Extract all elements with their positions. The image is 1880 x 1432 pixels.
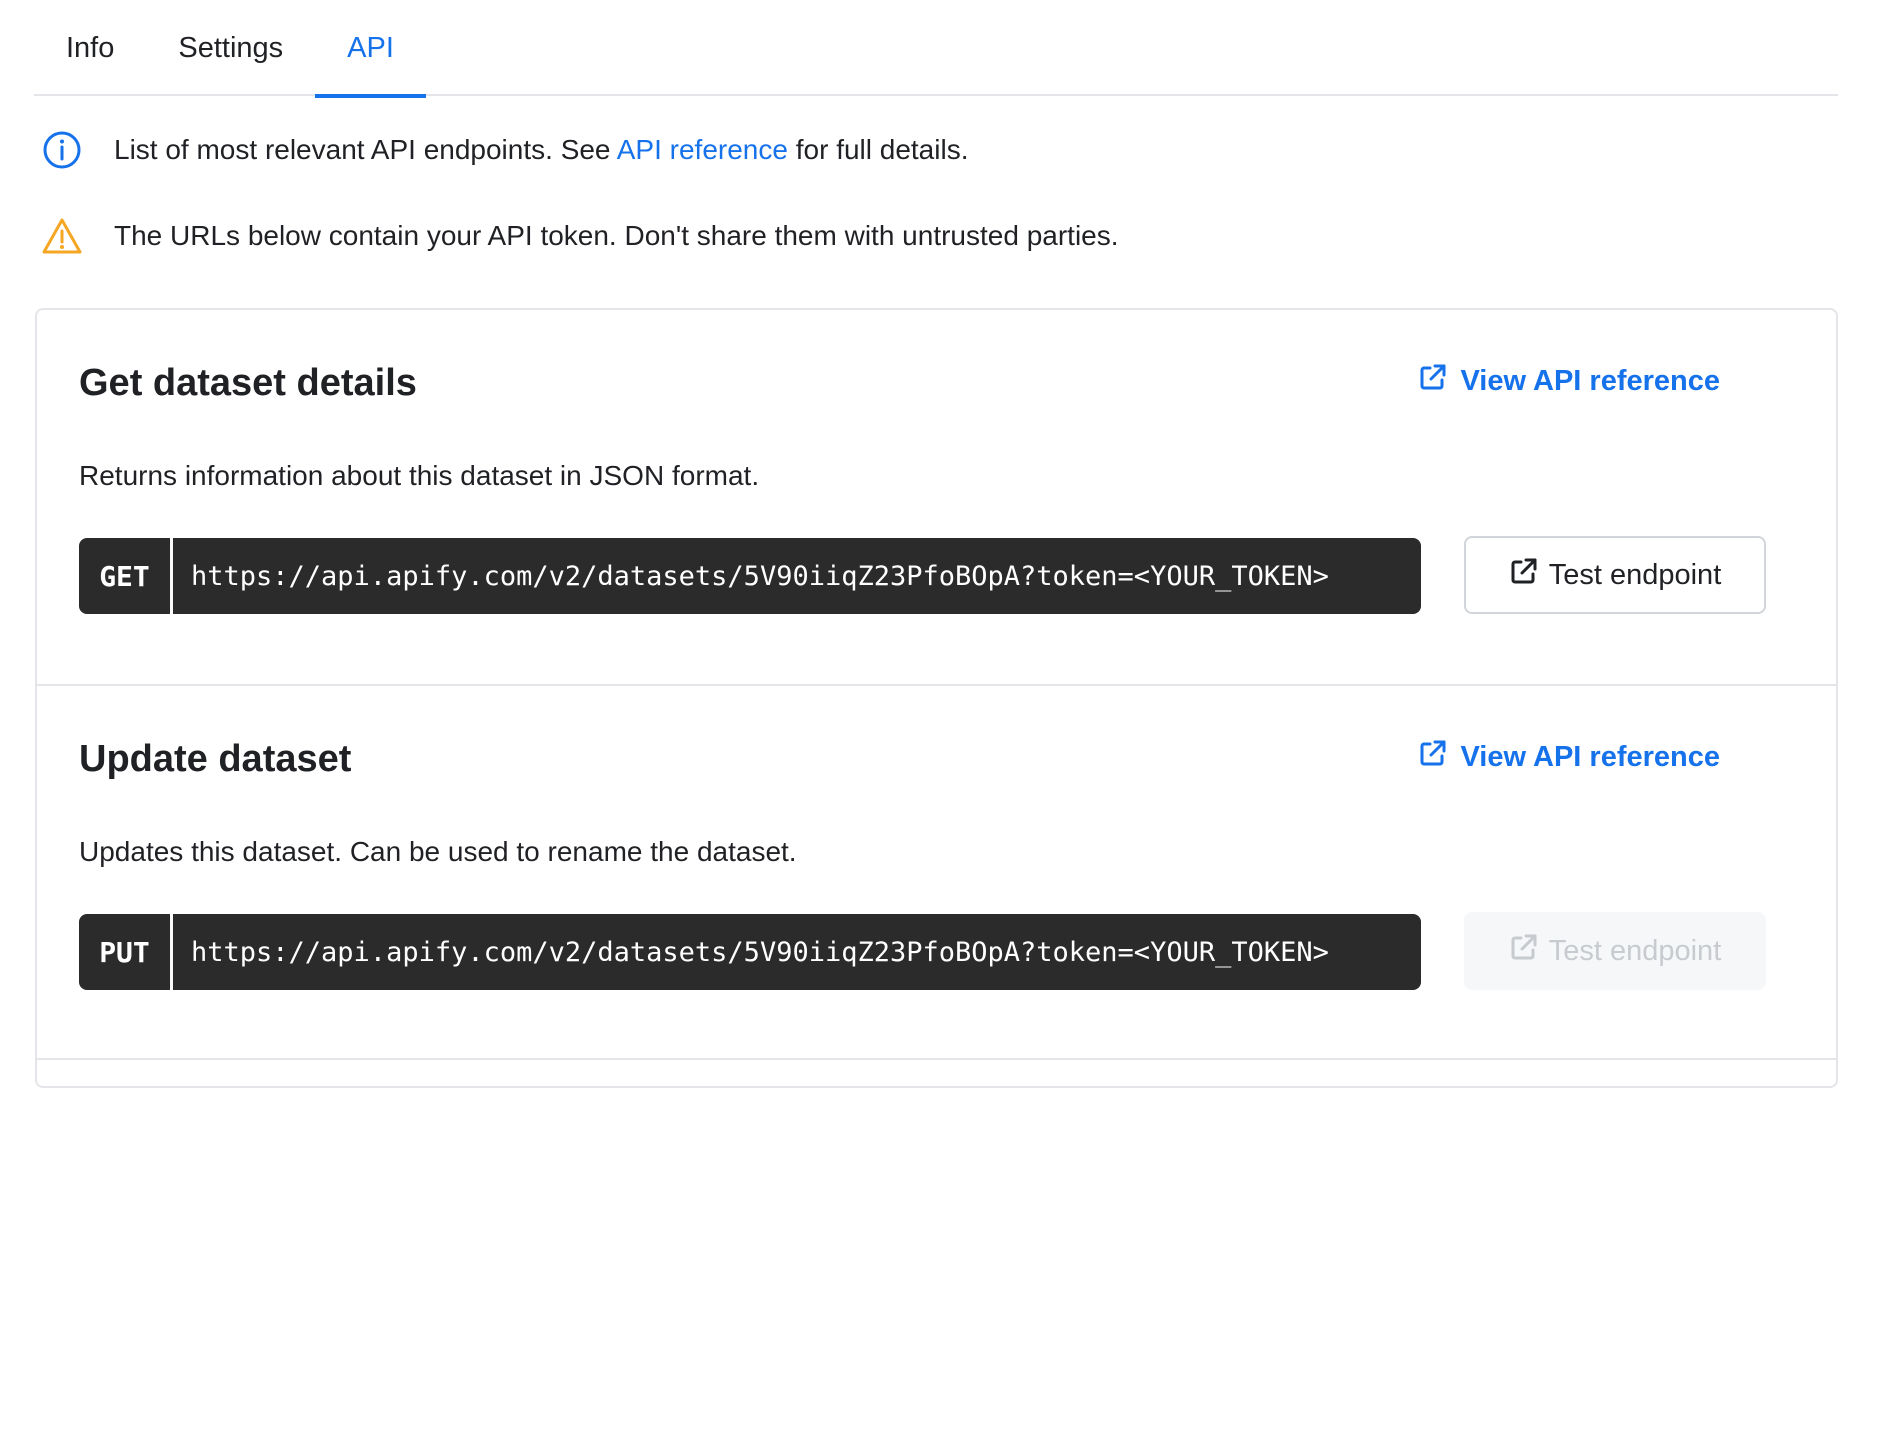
- test-endpoint-button-disabled: Test endpoint: [1464, 912, 1766, 990]
- http-method-badge: PUT: [79, 914, 173, 990]
- external-link-icon: [1418, 362, 1448, 400]
- endpoint-section-get: Get dataset details View API reference R…: [37, 310, 1836, 684]
- external-link-icon: [1509, 556, 1539, 594]
- view-api-reference-label: View API reference: [1460, 740, 1720, 773]
- tab-settings[interactable]: Settings: [146, 0, 315, 96]
- api-reference-link[interactable]: API reference: [617, 134, 788, 165]
- warning-triangle-icon: [40, 214, 84, 258]
- view-api-reference-link[interactable]: View API reference: [1418, 362, 1720, 400]
- tab-info[interactable]: Info: [34, 0, 146, 96]
- endpoint-url[interactable]: https://api.apify.com/v2/datasets/5V90ii…: [173, 914, 1421, 990]
- view-api-reference-label: View API reference: [1460, 364, 1720, 397]
- endpoint-url[interactable]: https://api.apify.com/v2/datasets/5V90ii…: [173, 538, 1421, 614]
- test-endpoint-label: Test endpoint: [1548, 558, 1722, 591]
- test-endpoint-button[interactable]: Test endpoint: [1464, 536, 1766, 614]
- http-method-badge: GET: [79, 538, 173, 614]
- section-title: Get dataset details: [79, 362, 417, 404]
- endpoint-section-next: [37, 1058, 1836, 1432]
- info-notice-text: List of most relevant API endpoints. See…: [114, 134, 969, 165]
- test-endpoint-label: Test endpoint: [1548, 934, 1722, 967]
- external-link-icon: [1418, 738, 1448, 776]
- endpoint-url-box[interactable]: GET https://api.apify.com/v2/datasets/5V…: [79, 538, 1421, 614]
- info-notice: List of most relevant API endpoints. See…: [40, 128, 968, 172]
- section-title: Update dataset: [79, 738, 352, 780]
- info-circle-icon: [40, 128, 84, 172]
- external-link-icon: [1509, 932, 1539, 970]
- warning-notice-text: The URLs below contain your API token. D…: [114, 220, 1119, 251]
- section-description: Returns information about this dataset i…: [79, 460, 760, 491]
- warning-notice: The URLs below contain your API token. D…: [40, 214, 1119, 258]
- view-api-reference-link[interactable]: View API reference: [1418, 738, 1720, 776]
- endpoints-card: Get dataset details View API reference R…: [35, 308, 1838, 1088]
- section-description: Updates this dataset. Can be used to ren…: [79, 836, 797, 867]
- tab-bar: Info Settings API: [34, 0, 1838, 98]
- endpoint-url-box[interactable]: PUT https://api.apify.com/v2/datasets/5V…: [79, 914, 1421, 990]
- tab-api[interactable]: API: [315, 0, 426, 98]
- endpoint-section-put: Update dataset View API reference Update…: [37, 684, 1836, 1058]
